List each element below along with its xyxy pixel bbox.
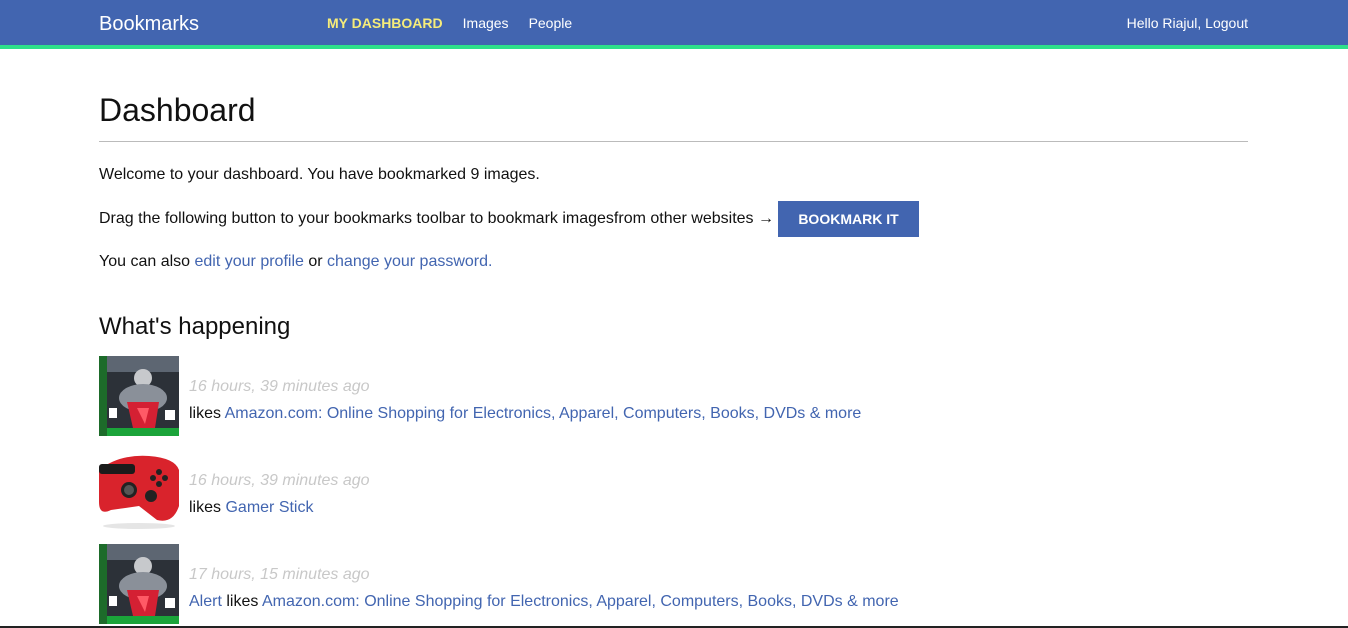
activity-verb: likes xyxy=(189,499,222,516)
top-navbar: Bookmarks MY DASHBOARD Images People Hel… xyxy=(0,0,1348,49)
bookmark-it-button[interactable]: BOOKMARK IT xyxy=(777,201,919,237)
activity-item: 17 hours, 15 minutes ago Alert likes Ama… xyxy=(99,544,1248,628)
activity-target-link[interactable]: Gamer Stick xyxy=(225,499,313,516)
nav-images[interactable]: Images xyxy=(463,15,509,31)
logout-link[interactable]: Logout xyxy=(1205,15,1248,31)
dashboard-content: Dashboard Welcome to your dashboard. You… xyxy=(99,92,1248,341)
activity-target-link[interactable]: Amazon.com: Online Shopping for Electron… xyxy=(225,405,862,422)
activity-time: 17 hours, 15 minutes ago xyxy=(189,566,370,583)
activity-actor-link[interactable]: Alert xyxy=(189,593,222,610)
drag-instruction: Drag the following button to your bookma… xyxy=(99,210,774,227)
activity-meta: 16 hours, 39 minutes ago likes Amazon.co… xyxy=(189,378,861,423)
change-password-link[interactable]: change your password. xyxy=(327,253,492,270)
activity-desc: likes Gamer Stick xyxy=(189,499,370,517)
greeting-text: Hello Riajul, xyxy=(1126,15,1202,31)
red-controller-thumbnail[interactable] xyxy=(99,450,179,530)
main-menu: MY DASHBOARD Images People xyxy=(327,15,572,31)
activity-meta: 16 hours, 39 minutes ago likes Gamer Sti… xyxy=(189,472,370,517)
user-area: Hello Riajul, Logout xyxy=(1127,15,1248,31)
page-title: Dashboard xyxy=(99,92,1248,142)
nav-my-dashboard[interactable]: MY DASHBOARD xyxy=(327,15,443,31)
edit-profile-link[interactable]: edit your profile xyxy=(195,253,304,270)
activity-target-link[interactable]: Amazon.com: Online Shopping for Electron… xyxy=(262,593,899,610)
logo-link[interactable]: Bookmarks xyxy=(99,13,199,36)
activity-verb: likes xyxy=(226,593,259,610)
also-prefix: You can also xyxy=(99,253,191,270)
nav-people[interactable]: People xyxy=(529,15,573,31)
game-box-thumbnail[interactable] xyxy=(99,544,179,624)
bookmarklet-row: Drag the following button to your bookma… xyxy=(99,201,1248,237)
also-or: or xyxy=(308,253,323,270)
activity-list: 16 hours, 39 minutes ago likes Amazon.co… xyxy=(99,356,1248,628)
profile-links-row: You can also edit your profile or change… xyxy=(99,253,1248,271)
activity-meta: 17 hours, 15 minutes ago Alert likes Ama… xyxy=(189,566,899,611)
activity-desc: Alert likes Amazon.com: Online Shopping … xyxy=(189,593,899,611)
activity-time: 16 hours, 39 minutes ago xyxy=(189,472,370,489)
activity-verb: likes xyxy=(189,405,222,422)
welcome-text: Welcome to your dashboard. You have book… xyxy=(99,166,540,183)
game-box-thumbnail[interactable] xyxy=(99,356,179,436)
activity-time: 16 hours, 39 minutes ago xyxy=(189,378,370,395)
activity-title: What's happening xyxy=(99,313,291,340)
activity-item: 16 hours, 39 minutes ago likes Amazon.co… xyxy=(99,356,1248,450)
activity-item: 16 hours, 39 minutes ago likes Gamer Sti… xyxy=(99,450,1248,544)
activity-desc: likes Amazon.com: Online Shopping for El… xyxy=(189,405,861,423)
